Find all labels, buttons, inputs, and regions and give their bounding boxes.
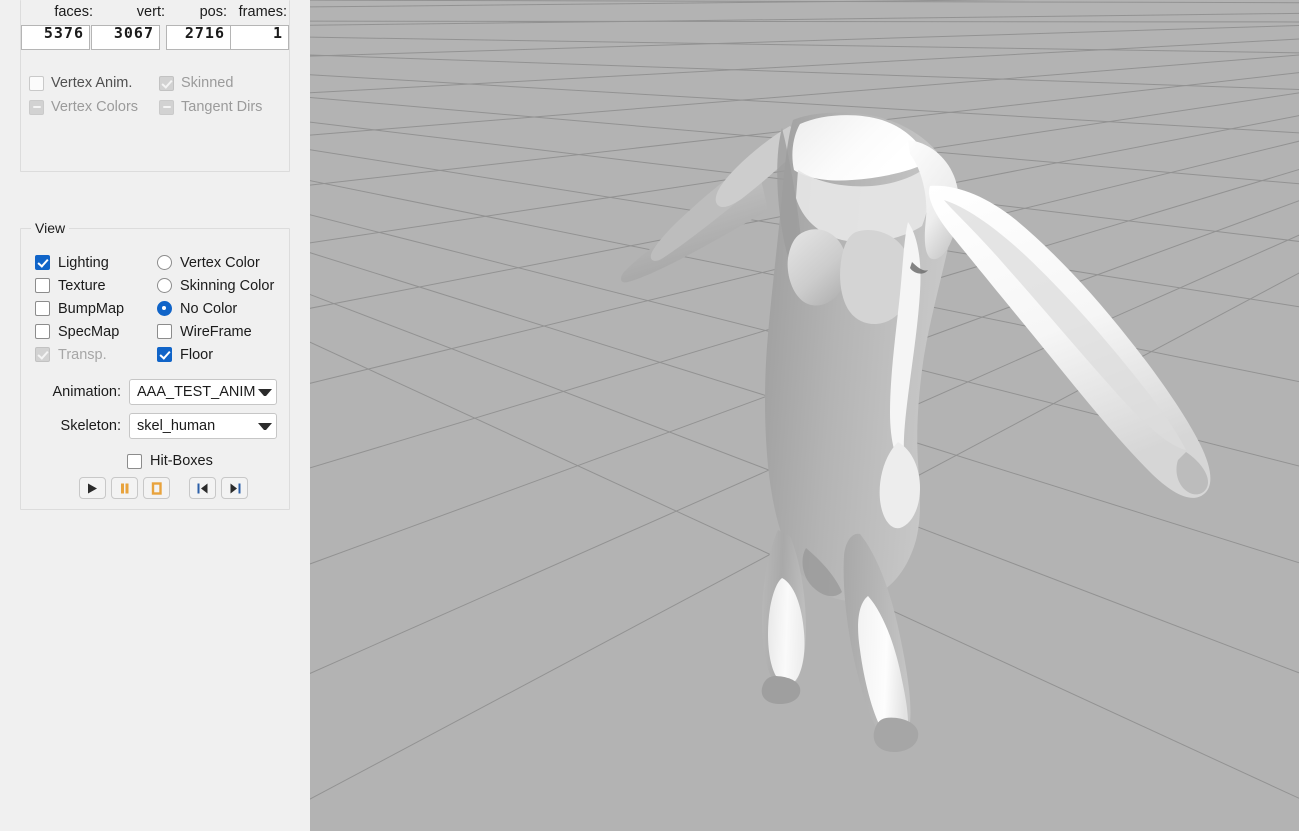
view-group: View Lighting Texture BumpMap SpecMap Tr… xyxy=(20,220,290,510)
vertex-color-radio[interactable]: Vertex Color xyxy=(157,251,285,274)
vert-value: 3067 xyxy=(113,25,154,42)
animation-dropdown[interactable]: AAA_TEST_ANIM xyxy=(129,379,277,405)
checkbox-icon xyxy=(157,324,172,339)
first-frame-button[interactable] xyxy=(189,477,216,499)
vert-field[interactable]: 3067 xyxy=(91,25,160,50)
skinning-color-label: Skinning Color xyxy=(180,277,275,294)
texture-label: Texture xyxy=(58,277,106,294)
mesh-right-arm-shade xyxy=(944,200,1186,450)
bumpmap-checkbox[interactable]: BumpMap xyxy=(35,297,155,320)
checkbox-icon xyxy=(157,347,172,362)
last-frame-button[interactable] xyxy=(221,477,248,499)
skinned-checkbox: Skinned xyxy=(159,73,233,93)
model-viewer-window: faces: vert: pos: frames: 5376 3067 2716… xyxy=(0,0,1299,831)
checkbox-icon xyxy=(159,75,174,91)
vert-label: vert: xyxy=(136,4,165,20)
checkbox-icon xyxy=(159,99,174,115)
animation-label: Animation: xyxy=(52,384,121,400)
wireframe-checkbox[interactable]: WireFrame xyxy=(157,320,285,343)
lighting-label: Lighting xyxy=(58,254,109,271)
skip-next-icon xyxy=(230,483,240,493)
play-icon xyxy=(88,483,97,493)
pause-button[interactable] xyxy=(111,477,138,499)
vertex-colors-label: Vertex Colors xyxy=(51,99,139,115)
mesh-right-ankle xyxy=(873,717,919,752)
mesh-right-arm xyxy=(928,185,1211,498)
stop-button[interactable] xyxy=(143,477,170,499)
faces-label: faces: xyxy=(54,4,93,20)
frames-value: 1 xyxy=(272,25,283,42)
faces-field[interactable]: 5376 xyxy=(21,25,90,50)
animation-value: AAA_TEST_ANIM xyxy=(137,384,256,400)
specmap-label: SpecMap xyxy=(58,323,120,340)
radio-icon xyxy=(157,278,172,293)
vertex-color-label: Vertex Color xyxy=(180,254,260,271)
no-color-radio[interactable]: No Color xyxy=(157,297,285,320)
view-options-left: Lighting Texture BumpMap SpecMap Transp. xyxy=(35,251,155,366)
vertex-colors-checkbox: Vertex Colors xyxy=(29,97,159,117)
chevron-down-icon xyxy=(258,388,272,396)
radio-icon xyxy=(157,301,172,316)
checkbox-icon xyxy=(29,75,44,91)
checkbox-icon xyxy=(29,99,44,115)
mesh-stats-group: faces: vert: pos: frames: 5376 3067 2716… xyxy=(20,0,290,172)
skinned-label: Skinned xyxy=(181,75,234,91)
tangent-dirs-checkbox: Tangent Dirs xyxy=(159,97,262,117)
floor-checkbox[interactable]: Floor xyxy=(157,343,285,366)
play-button[interactable] xyxy=(79,477,106,499)
skip-previous-icon xyxy=(197,483,207,493)
faces-value: 5376 xyxy=(43,25,84,42)
mesh-stats-labels: faces: vert: pos: frames: xyxy=(21,2,291,22)
mesh-flags-row-2: Vertex Colors Tangent Dirs xyxy=(29,97,262,117)
pos-value: 2716 xyxy=(184,25,225,42)
lighting-checkbox[interactable]: Lighting xyxy=(35,251,155,274)
checkbox-icon xyxy=(127,453,142,469)
stop-icon xyxy=(151,481,162,495)
checkbox-icon xyxy=(35,255,50,270)
animation-transport-controls xyxy=(79,477,253,499)
checkbox-icon xyxy=(35,324,50,339)
animation-row: Animation: AAA_TEST_ANIM xyxy=(21,379,289,405)
pos-label: pos: xyxy=(199,4,227,20)
vertex-anim-label: Vertex Anim. xyxy=(51,75,133,91)
control-sidebar: faces: vert: pos: frames: 5376 3067 2716… xyxy=(0,0,310,831)
floor-label: Floor xyxy=(180,346,214,363)
skeleton-value: skel_human xyxy=(137,418,216,434)
chevron-down-icon xyxy=(258,422,272,430)
transparency-label: Transp. xyxy=(58,346,107,363)
character-mesh xyxy=(620,112,1211,752)
transparency-checkbox: Transp. xyxy=(35,343,155,366)
frames-field[interactable]: 1 xyxy=(230,25,289,50)
skeleton-label: Skeleton: xyxy=(60,418,121,434)
skeleton-dropdown[interactable]: skel_human xyxy=(129,413,277,439)
hitboxes-label: Hit-Boxes xyxy=(150,453,213,469)
bumpmap-label: BumpMap xyxy=(58,300,125,317)
frames-label: frames: xyxy=(238,4,287,20)
mesh-stats-fields: 5376 3067 2716 1 xyxy=(21,25,291,50)
pause-icon xyxy=(121,483,129,493)
radio-icon xyxy=(157,255,172,270)
checkbox-icon xyxy=(35,278,50,293)
no-color-label: No Color xyxy=(180,300,238,317)
wireframe-label: WireFrame xyxy=(180,323,252,340)
skinning-color-radio[interactable]: Skinning Color xyxy=(157,274,285,297)
checkbox-icon xyxy=(35,347,50,362)
3d-model-viewport[interactable] xyxy=(310,0,1299,831)
specmap-checkbox[interactable]: SpecMap xyxy=(35,320,155,343)
mesh-flags-row-1: Vertex Anim. Skinned xyxy=(29,73,233,93)
mesh-breast-left xyxy=(787,229,847,306)
vertex-anim-checkbox[interactable]: Vertex Anim. xyxy=(29,73,159,93)
view-group-title: View xyxy=(31,220,70,236)
skeleton-row: Skeleton: skel_human xyxy=(21,413,289,439)
pos-field[interactable]: 2716 xyxy=(166,25,231,50)
hitboxes-checkbox[interactable]: Hit-Boxes xyxy=(127,451,213,471)
tangent-dirs-label: Tangent Dirs xyxy=(181,99,263,115)
checkbox-icon xyxy=(35,301,50,316)
view-options-right: Vertex Color Skinning Color No Color Wir… xyxy=(157,251,285,366)
texture-checkbox[interactable]: Texture xyxy=(35,274,155,297)
